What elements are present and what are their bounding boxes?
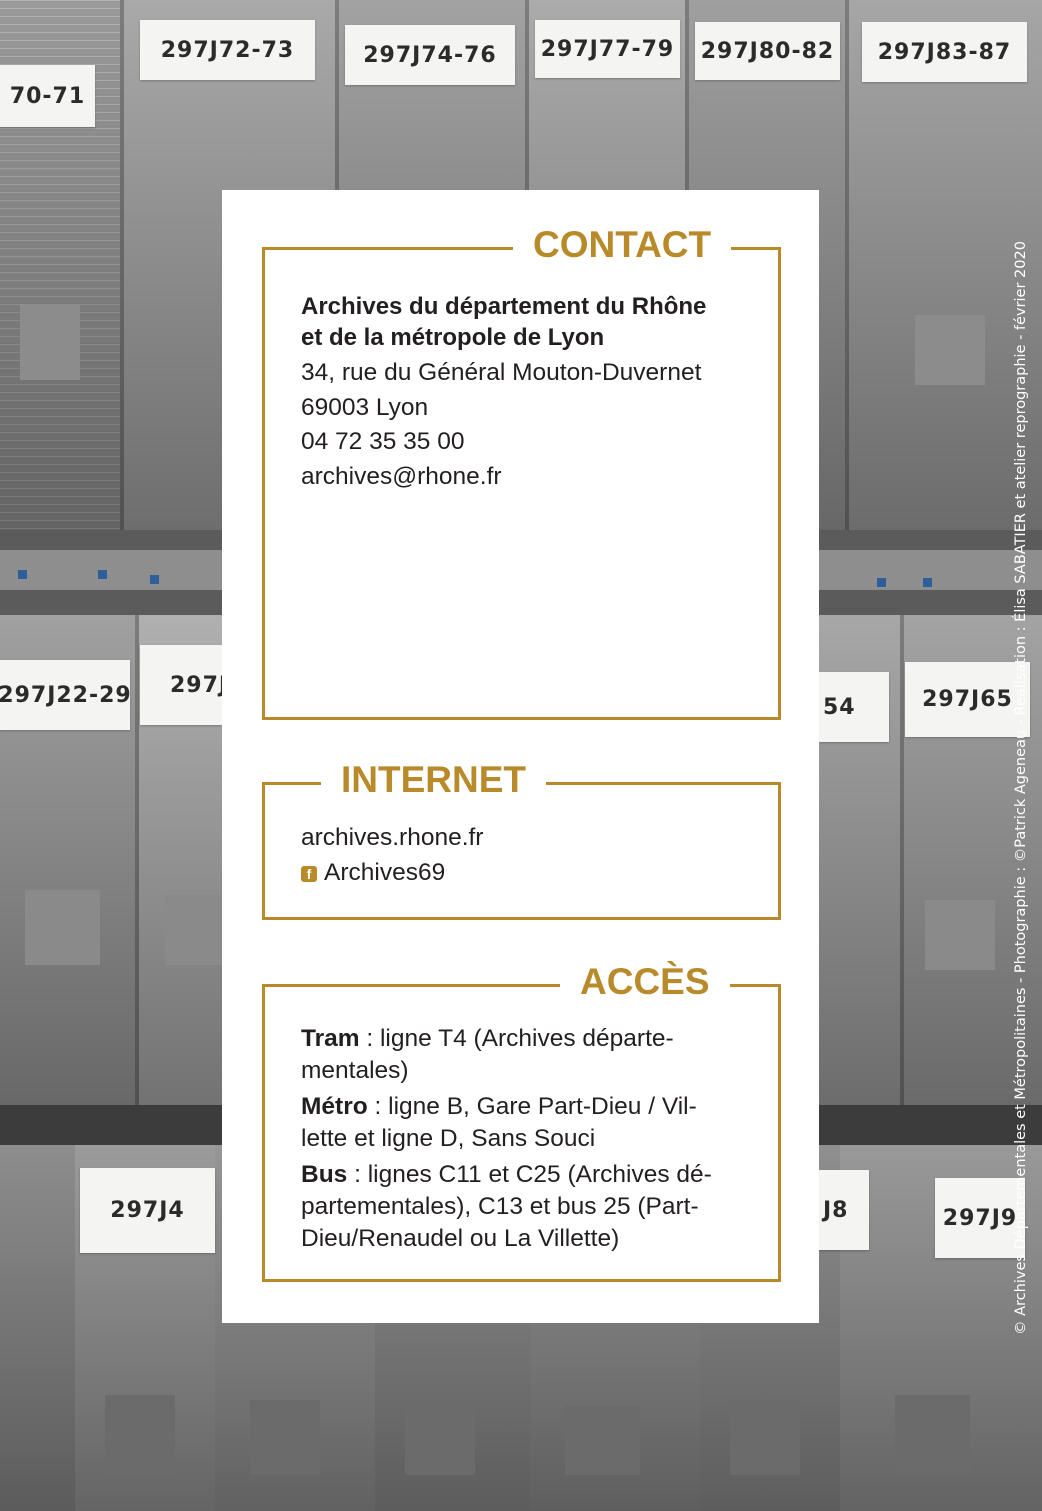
tram-text: : ligne T4 (Archives départe- xyxy=(359,1025,674,1052)
bus-text: : lignes C11 et C25 (Archives dé- xyxy=(347,1161,712,1188)
box-label: 297J83-87 xyxy=(862,22,1027,82)
contact-heading: CONTACT xyxy=(513,223,732,267)
organization-name-2: et de la métropole de Lyon xyxy=(301,324,605,351)
website-link[interactable]: archives.rhone.fr xyxy=(301,821,771,856)
internet-section: INTERNET archives.rhone.fr f Archives69 xyxy=(262,758,781,920)
metro-text: : ligne B, Gare Part-Dieu / Vil- xyxy=(367,1093,697,1120)
box-label: 297J72-73 xyxy=(140,20,315,80)
access-section: ACCÈS Tram : ligne T4 (Archives départe-… xyxy=(262,960,781,1282)
box-label: 70-71 xyxy=(0,65,95,127)
contact-section: CONTACT Archives du département du Rhône… xyxy=(262,223,781,720)
access-details: Tram : ligne T4 (Archives départe- menta… xyxy=(301,1023,771,1255)
box-label: 54 xyxy=(819,672,889,742)
bus-info: Bus : lignes C11 et C25 (Archives dé- pa… xyxy=(301,1159,771,1255)
tram-text-2: mentales) xyxy=(301,1057,409,1084)
facebook-icon: f xyxy=(301,865,317,882)
facebook-handle: Archives69 xyxy=(324,858,446,886)
metro-label: Métro xyxy=(301,1093,368,1120)
box-label: 297J80-82 xyxy=(695,22,840,80)
contact-details: Archives du département du Rhône et de l… xyxy=(301,291,771,494)
bus-text-2: partementales), C13 et bus 25 (Part- xyxy=(301,1193,699,1220)
city-line: 69003 Lyon xyxy=(301,393,429,421)
info-card: CONTACT Archives du département du Rhône… xyxy=(222,190,819,1323)
access-heading: ACCÈS xyxy=(560,960,730,1004)
photo-credit: © Archives Départementales et Métropolit… xyxy=(1013,241,1029,1335)
box-label: 297J3 xyxy=(140,645,222,725)
metro-text-2: lette et ligne D, Sans Souci xyxy=(301,1125,596,1152)
bus-text-3: Dieu/Renaudel ou La Villette) xyxy=(301,1225,620,1252)
box-label: 297J77-79 xyxy=(535,20,680,78)
internet-heading: INTERNET xyxy=(321,758,546,802)
metro-info: Métro : ligne B, Gare Part-Dieu / Vil- l… xyxy=(301,1091,771,1155)
box-label: 297J22-29 xyxy=(0,660,130,730)
box-label: 297J65 xyxy=(905,662,1030,737)
tram-info: Tram : ligne T4 (Archives départe- menta… xyxy=(301,1023,771,1087)
email-link[interactable]: archives@rhone.fr xyxy=(301,460,771,495)
organization-name: Archives du département du Rhône xyxy=(301,293,707,320)
box-label: 297J74-76 xyxy=(345,25,515,85)
box-label: 297J9 xyxy=(935,1178,1025,1258)
phone-number: 04 72 35 35 00 xyxy=(301,428,465,455)
facebook-link[interactable]: f Archives69 xyxy=(301,856,771,891)
box-label: J8 xyxy=(819,1170,869,1250)
address-line: 34, rue du Général Mouton-Duvernet xyxy=(301,359,702,386)
tram-label: Tram xyxy=(301,1025,360,1052)
bus-label: Bus xyxy=(301,1161,348,1188)
box-label: 297J4 xyxy=(80,1168,215,1253)
internet-details: archives.rhone.fr f Archives69 xyxy=(301,821,771,890)
